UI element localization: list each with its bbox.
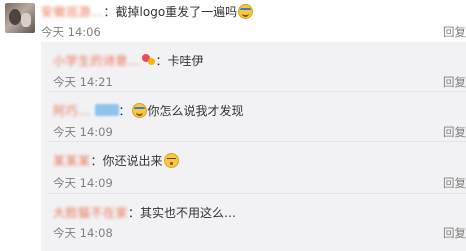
reply-button[interactable]: 回复: [443, 225, 466, 241]
sub-comment: 小学生的诗意… ：卡哇伊 今天 14:21 回复: [41, 42, 466, 92]
username-link[interactable]: 安徽巡游…: [41, 3, 104, 21]
blue-badge-icon: [94, 104, 119, 116]
sub-comments-panel: 小学生的诗意… ：卡哇伊 今天 14:21 回复 阿巧…：你怎么说我才发现 今天 …: [41, 42, 466, 251]
comment-time: 今天 14:21: [53, 75, 113, 89]
top-comment: 安徽巡游…：截掉logo重发了一遍吗 今天 14:06 回复: [0, 0, 466, 42]
top-comment-line: 安徽巡游…：截掉logo重发了一遍吗: [41, 3, 254, 21]
sub-comment: 某某某：你还说出来 今天 14:09 回复: [41, 142, 466, 194]
comment-text: 截掉logo重发了一遍吗: [115, 5, 238, 19]
laugh-cry-emoji-icon: [131, 103, 147, 118]
reply-button[interactable]: 回复: [443, 24, 466, 40]
reply-button[interactable]: 回复: [443, 74, 466, 90]
username-link[interactable]: 大脸猫不在家: [53, 204, 128, 222]
avatar[interactable]: [5, 3, 35, 33]
comment-time: 今天 14:09: [53, 125, 113, 139]
comment-text: 卡哇伊: [167, 54, 204, 68]
username-link[interactable]: 阿巧…: [53, 102, 91, 120]
reply-button[interactable]: 回复: [443, 175, 466, 191]
vip-badge-icon: [141, 54, 156, 66]
comment-text: 你还说出来: [102, 154, 163, 168]
comment-text: 其实也不用这么…: [140, 206, 237, 220]
sub-comment: 阿巧…：你怎么说我才发现 今天 14:09 回复: [41, 92, 466, 142]
laugh-cry-emoji-icon: [238, 4, 254, 19]
username-link[interactable]: 小学生的诗意…: [53, 52, 141, 70]
comment-time: 今天 14:09: [53, 176, 113, 190]
comment-time: 今天 14:06: [41, 25, 101, 39]
username-link[interactable]: 某某某: [53, 152, 91, 170]
comment-thread: 安徽巡游…：截掉logo重发了一遍吗 今天 14:06 回复 小学生的诗意… ：卡…: [0, 0, 466, 251]
comment-time: 今天 14:08: [53, 226, 113, 240]
shy-emoji-icon: [163, 153, 179, 168]
sub-comment: 大脸猫不在家：其实也不用这么… 今天 14:08 回复: [53, 204, 466, 241]
reply-button[interactable]: 回复: [443, 124, 466, 140]
comment-text: 你怎么说我才发现: [147, 104, 244, 118]
